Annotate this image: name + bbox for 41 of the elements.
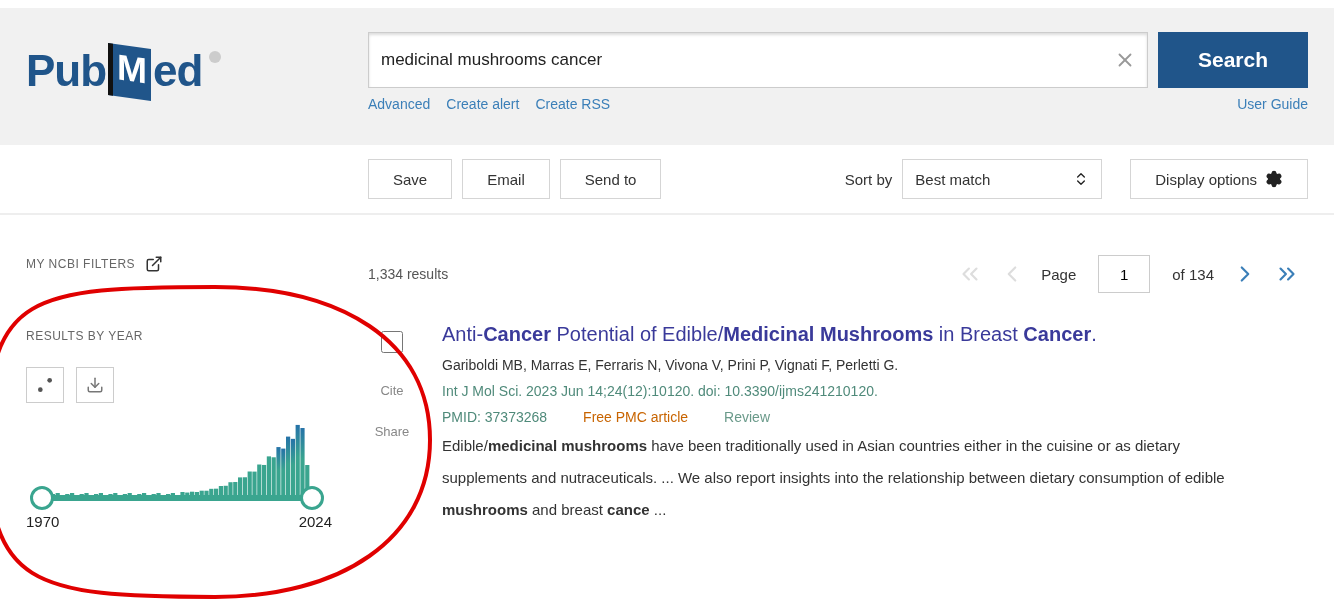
result-action-link[interactable]: Cite	[380, 383, 404, 398]
search-button[interactable]: Search	[1158, 32, 1308, 88]
page-label: Page	[1041, 265, 1077, 283]
range-start-handle[interactable]	[30, 486, 54, 510]
logo-mark: M	[108, 43, 152, 101]
logo-text: ed	[153, 46, 203, 96]
page-total: of 134	[1172, 265, 1214, 283]
logo-text: Pub	[26, 46, 107, 96]
result-tag: Free PMC article	[583, 404, 689, 430]
dots-icon	[38, 378, 52, 392]
external-link-icon[interactable]	[145, 255, 164, 273]
search-link[interactable]: Create alert	[446, 96, 520, 112]
search-link[interactable]: Advanced	[368, 96, 431, 112]
end-year: 2024	[298, 513, 332, 530]
expand-chart-button[interactable]	[26, 367, 64, 403]
result-title[interactable]: Anti-Cancer Potential of Edible/Medicinal Mushrooms in Breast Cancer.	[442, 323, 1308, 346]
range-end-handle[interactable]	[300, 486, 324, 510]
result-citation: Int J Mol Sci. 2023 Jun 14;24(12):10120. doi: 10.3390/ijms241210120.	[442, 382, 879, 401]
display-options-button[interactable]: Display options	[1130, 159, 1308, 199]
action-button[interactable]: Send to	[559, 159, 662, 199]
result-authors: Gariboldi MB, Marras E, Ferraris N, Vivona V, Prini P, Vignati F, Perletti G.	[442, 356, 900, 375]
result-checkbox[interactable]	[381, 331, 403, 353]
sort-label: Sort by	[844, 170, 893, 188]
start-year: 1970	[26, 513, 60, 530]
results-count: 1,334 results	[368, 266, 449, 282]
filters-title: MY NCBI FILTERS	[26, 257, 136, 271]
download-icon	[86, 376, 104, 394]
result-pmid: PMID: 37373268	[442, 408, 548, 427]
action-button[interactable]: Email	[462, 159, 550, 199]
download-button[interactable]	[76, 367, 114, 403]
result-snippet: Edible/medicinal mushrooms have been traditionally used in Asian countries either in the cuisine or as dietary supplements and nutraceuticals. ... We also report insights into the relationship between dietary consumption of edible mushrooms and breast cance ...	[442, 436, 1226, 520]
result-tag: Review	[724, 404, 770, 430]
action-button[interactable]: Save	[368, 159, 453, 199]
sort-select[interactable]: Best match	[902, 159, 1103, 199]
search-link[interactable]: Create RSS	[535, 96, 611, 112]
page-field[interactable]: 1	[1098, 255, 1151, 293]
result-action-link[interactable]: Share	[374, 424, 410, 439]
section-title: RESULTS BY YEAR	[26, 329, 144, 343]
user-guide-link[interactable]: User Guide	[1237, 96, 1308, 112]
gear-icon	[1265, 170, 1283, 188]
search-field[interactable]: medicinal mushrooms cancer	[368, 32, 1148, 88]
